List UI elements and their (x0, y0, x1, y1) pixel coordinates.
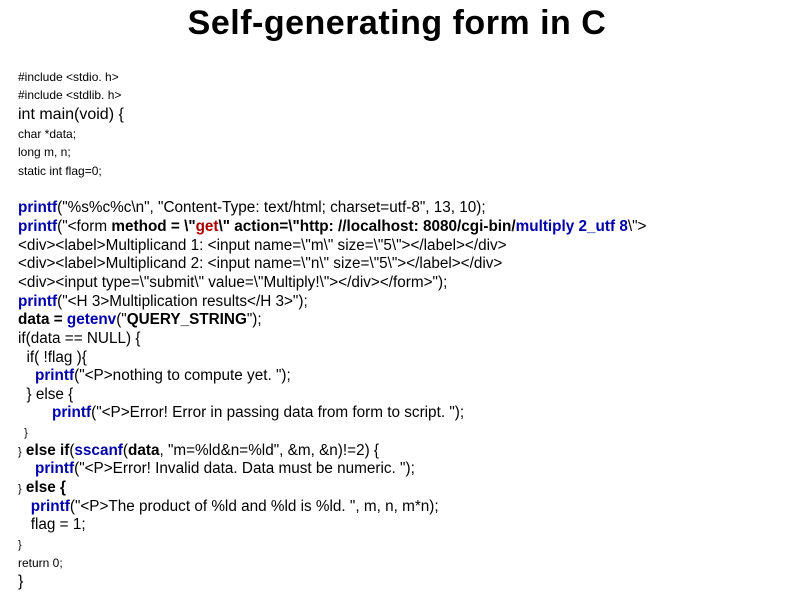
code-block: #include <stdio. h> #include <stdlib. h>… (18, 49, 776, 592)
keyword-printf: printf (35, 460, 74, 477)
include-line: #include <stdlib. h> (18, 88, 121, 102)
decl-line: char *data; (18, 127, 76, 141)
code-text: <div><input type=\"submit\" value=\"Mult… (18, 274, 447, 291)
code-text: flag = 1; (18, 516, 86, 533)
code-text: <div><label>Multiplicand 2: <input name=… (18, 255, 502, 272)
code-text: \" action=\"http: //localhost: 8080/cgi-… (219, 218, 516, 235)
code-text: } (18, 427, 28, 439)
code-text: ("<P>Error! Error in passing data from f… (91, 404, 464, 421)
decl-line: static int flag=0; (18, 164, 102, 178)
code-text: ("<P>nothing to compute yet. "); (74, 367, 291, 384)
code-text: ("<H 3>Multiplication results</H 3>"); (57, 293, 308, 310)
code-text: "); (247, 311, 262, 328)
code-text (18, 367, 35, 384)
code-text: return 0; (18, 556, 63, 570)
query-string: QUERY_STRING (127, 311, 247, 328)
code-text: ("%s%c%c\n", "Content-Type: text/html; c… (57, 199, 486, 216)
code-text: method = \" (111, 218, 195, 235)
code-text: data (128, 442, 159, 459)
keyword-printf: printf (18, 199, 57, 216)
decl-line: long m, n; (18, 145, 71, 159)
code-text: if(data == NULL) { (18, 330, 140, 347)
code-text: if( !flag ){ (18, 349, 87, 366)
code-text (18, 460, 35, 477)
code-text: else if (22, 442, 70, 459)
code-text: } (18, 539, 22, 551)
include-line: #include <stdio. h> (18, 70, 119, 84)
keyword-printf: printf (31, 498, 70, 515)
code-text: <div><label>Multiplicand 1: <input name=… (18, 237, 507, 254)
code-text: ("<P>Error! Invalid data. Data must be n… (74, 460, 415, 477)
keyword-printf: printf (52, 404, 91, 421)
code-text: (" (116, 311, 127, 328)
code-text: ("<P>The product of %ld and %ld is %ld. … (70, 498, 439, 515)
code-text: ("<form (57, 218, 111, 235)
slide-title: Self-generating form in C (18, 4, 776, 43)
code-text: } else { (18, 386, 73, 403)
keyword-printf: printf (18, 218, 57, 235)
code-text: \"> (628, 218, 647, 235)
code-text (18, 404, 52, 421)
code-text: else { (22, 479, 66, 496)
keyword-sscanf: sscanf (74, 442, 122, 459)
keyword-printf: printf (18, 293, 57, 310)
keyword-getenv: getenv (67, 311, 116, 328)
keyword-get: get (196, 218, 219, 235)
closing-brace: } (18, 573, 23, 590)
code-text (18, 498, 31, 515)
url-path: multiply 2_utf 8 (516, 218, 628, 235)
code-text: data = (18, 311, 67, 328)
keyword-printf: printf (35, 367, 74, 384)
main-signature: int main(void) { (18, 106, 124, 123)
code-text: , "m=%ld&n=%ld", &m, &n)!=2) { (159, 442, 379, 459)
